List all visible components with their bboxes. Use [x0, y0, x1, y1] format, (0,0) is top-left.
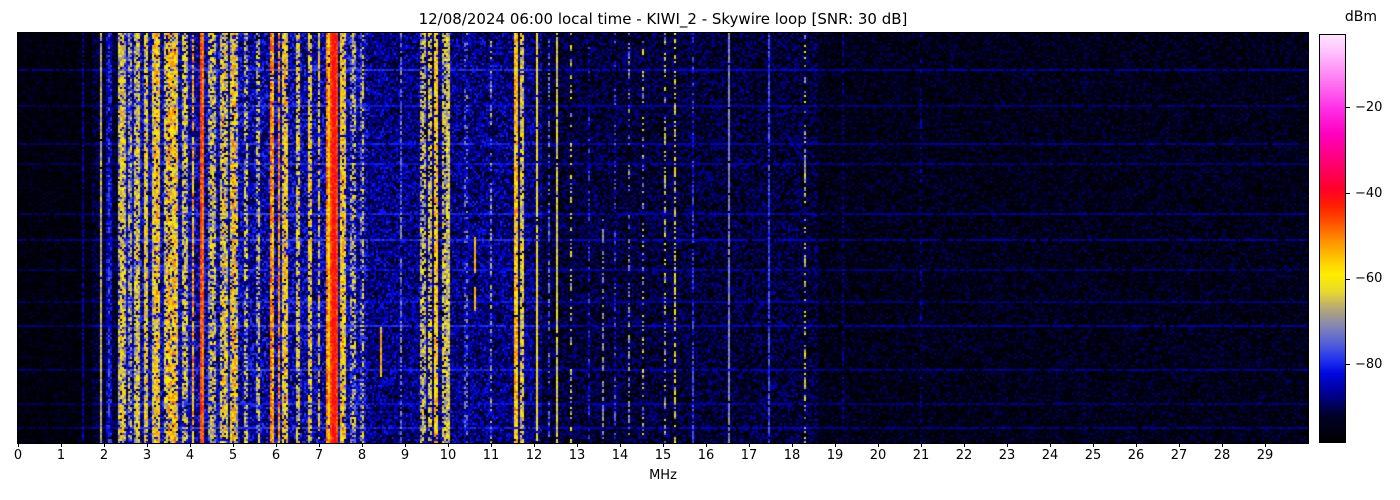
x-tick-mark — [1264, 443, 1266, 447]
x-tick-label: 5 — [228, 448, 238, 463]
x-tick-mark — [791, 443, 793, 447]
x-tick-mark — [963, 443, 965, 447]
x-tick-label: 1 — [56, 448, 66, 463]
x-tick-label: 3 — [142, 448, 152, 463]
colorbar-tick-mark — [1345, 278, 1350, 280]
x-tick-mark — [1092, 443, 1094, 447]
x-tick-mark — [619, 443, 621, 447]
x-tick-label: 22 — [955, 448, 973, 463]
x-tick-label: 2 — [99, 448, 109, 463]
x-tick-label: 11 — [482, 448, 500, 463]
x-tick-mark — [533, 443, 535, 447]
x-tick-label: 16 — [697, 448, 715, 463]
x-tick-mark — [275, 443, 277, 447]
colorbar-gradient-canvas — [1320, 35, 1345, 442]
x-tick-mark — [361, 443, 363, 447]
x-tick-label: 13 — [568, 448, 586, 463]
x-tick-label: 8 — [357, 448, 367, 463]
x-tick-mark — [1049, 443, 1051, 447]
x-tick-label: 0 — [13, 448, 23, 463]
x-tick-label: 29 — [1256, 448, 1274, 463]
x-tick-label: 10 — [439, 448, 457, 463]
x-tick-label: 19 — [826, 448, 844, 463]
x-tick-mark — [404, 443, 406, 447]
x-tick-mark — [447, 443, 449, 447]
x-tick-label: 7 — [314, 448, 324, 463]
colorbar-tick-label: −60 — [1355, 271, 1383, 287]
x-tick-mark — [920, 443, 922, 447]
x-tick-mark — [232, 443, 234, 447]
spectrogram-figure: 12/08/2024 06:00 local time - KIWI_2 - S… — [0, 0, 1400, 500]
x-tick-label: 27 — [1170, 448, 1188, 463]
x-tick-mark — [748, 443, 750, 447]
colorbar-tick-mark — [1345, 193, 1350, 195]
x-tick-label: 17 — [740, 448, 758, 463]
x-tick-label: 24 — [1041, 448, 1059, 463]
x-tick-mark — [189, 443, 191, 447]
x-tick-label: 4 — [185, 448, 195, 463]
colorbar-tick-label: −20 — [1355, 99, 1383, 115]
x-tick-label: 12 — [525, 448, 543, 463]
colorbar-tick-mark — [1345, 107, 1350, 109]
x-tick-label: 18 — [783, 448, 801, 463]
colorbar-unit-label: dBm — [1344, 9, 1378, 25]
colorbar-tick-mark — [1345, 364, 1350, 366]
waterfall-plot-frame — [17, 32, 1309, 444]
x-tick-mark — [146, 443, 148, 447]
x-tick-mark — [834, 443, 836, 447]
chart-title: 12/08/2024 06:00 local time - KIWI_2 - S… — [418, 10, 908, 28]
x-tick-mark — [1135, 443, 1137, 447]
x-tick-label: 21 — [912, 448, 930, 463]
x-tick-mark — [17, 443, 19, 447]
x-tick-label: 9 — [400, 448, 410, 463]
x-tick-label: 26 — [1127, 448, 1145, 463]
x-tick-mark — [318, 443, 320, 447]
colorbar-frame — [1319, 34, 1346, 443]
x-tick-mark — [1221, 443, 1223, 447]
x-tick-mark — [103, 443, 105, 447]
x-tick-mark — [877, 443, 879, 447]
x-axis-label: MHz — [649, 468, 677, 483]
x-tick-label: 20 — [869, 448, 887, 463]
x-tick-label: 25 — [1084, 448, 1102, 463]
x-tick-mark — [576, 443, 578, 447]
x-tick-mark — [705, 443, 707, 447]
colorbar-tick-label: −80 — [1355, 356, 1383, 372]
x-tick-label: 6 — [271, 448, 281, 463]
x-tick-mark — [490, 443, 492, 447]
x-tick-label: 15 — [654, 448, 672, 463]
x-tick-label: 23 — [998, 448, 1016, 463]
x-tick-mark — [1006, 443, 1008, 447]
x-tick-mark — [1178, 443, 1180, 447]
x-tick-label: 14 — [611, 448, 629, 463]
x-tick-label: 28 — [1213, 448, 1231, 463]
x-tick-mark — [60, 443, 62, 447]
waterfall-heatmap-canvas — [18, 33, 1308, 443]
x-tick-mark — [662, 443, 664, 447]
colorbar-tick-label: −40 — [1355, 185, 1383, 201]
